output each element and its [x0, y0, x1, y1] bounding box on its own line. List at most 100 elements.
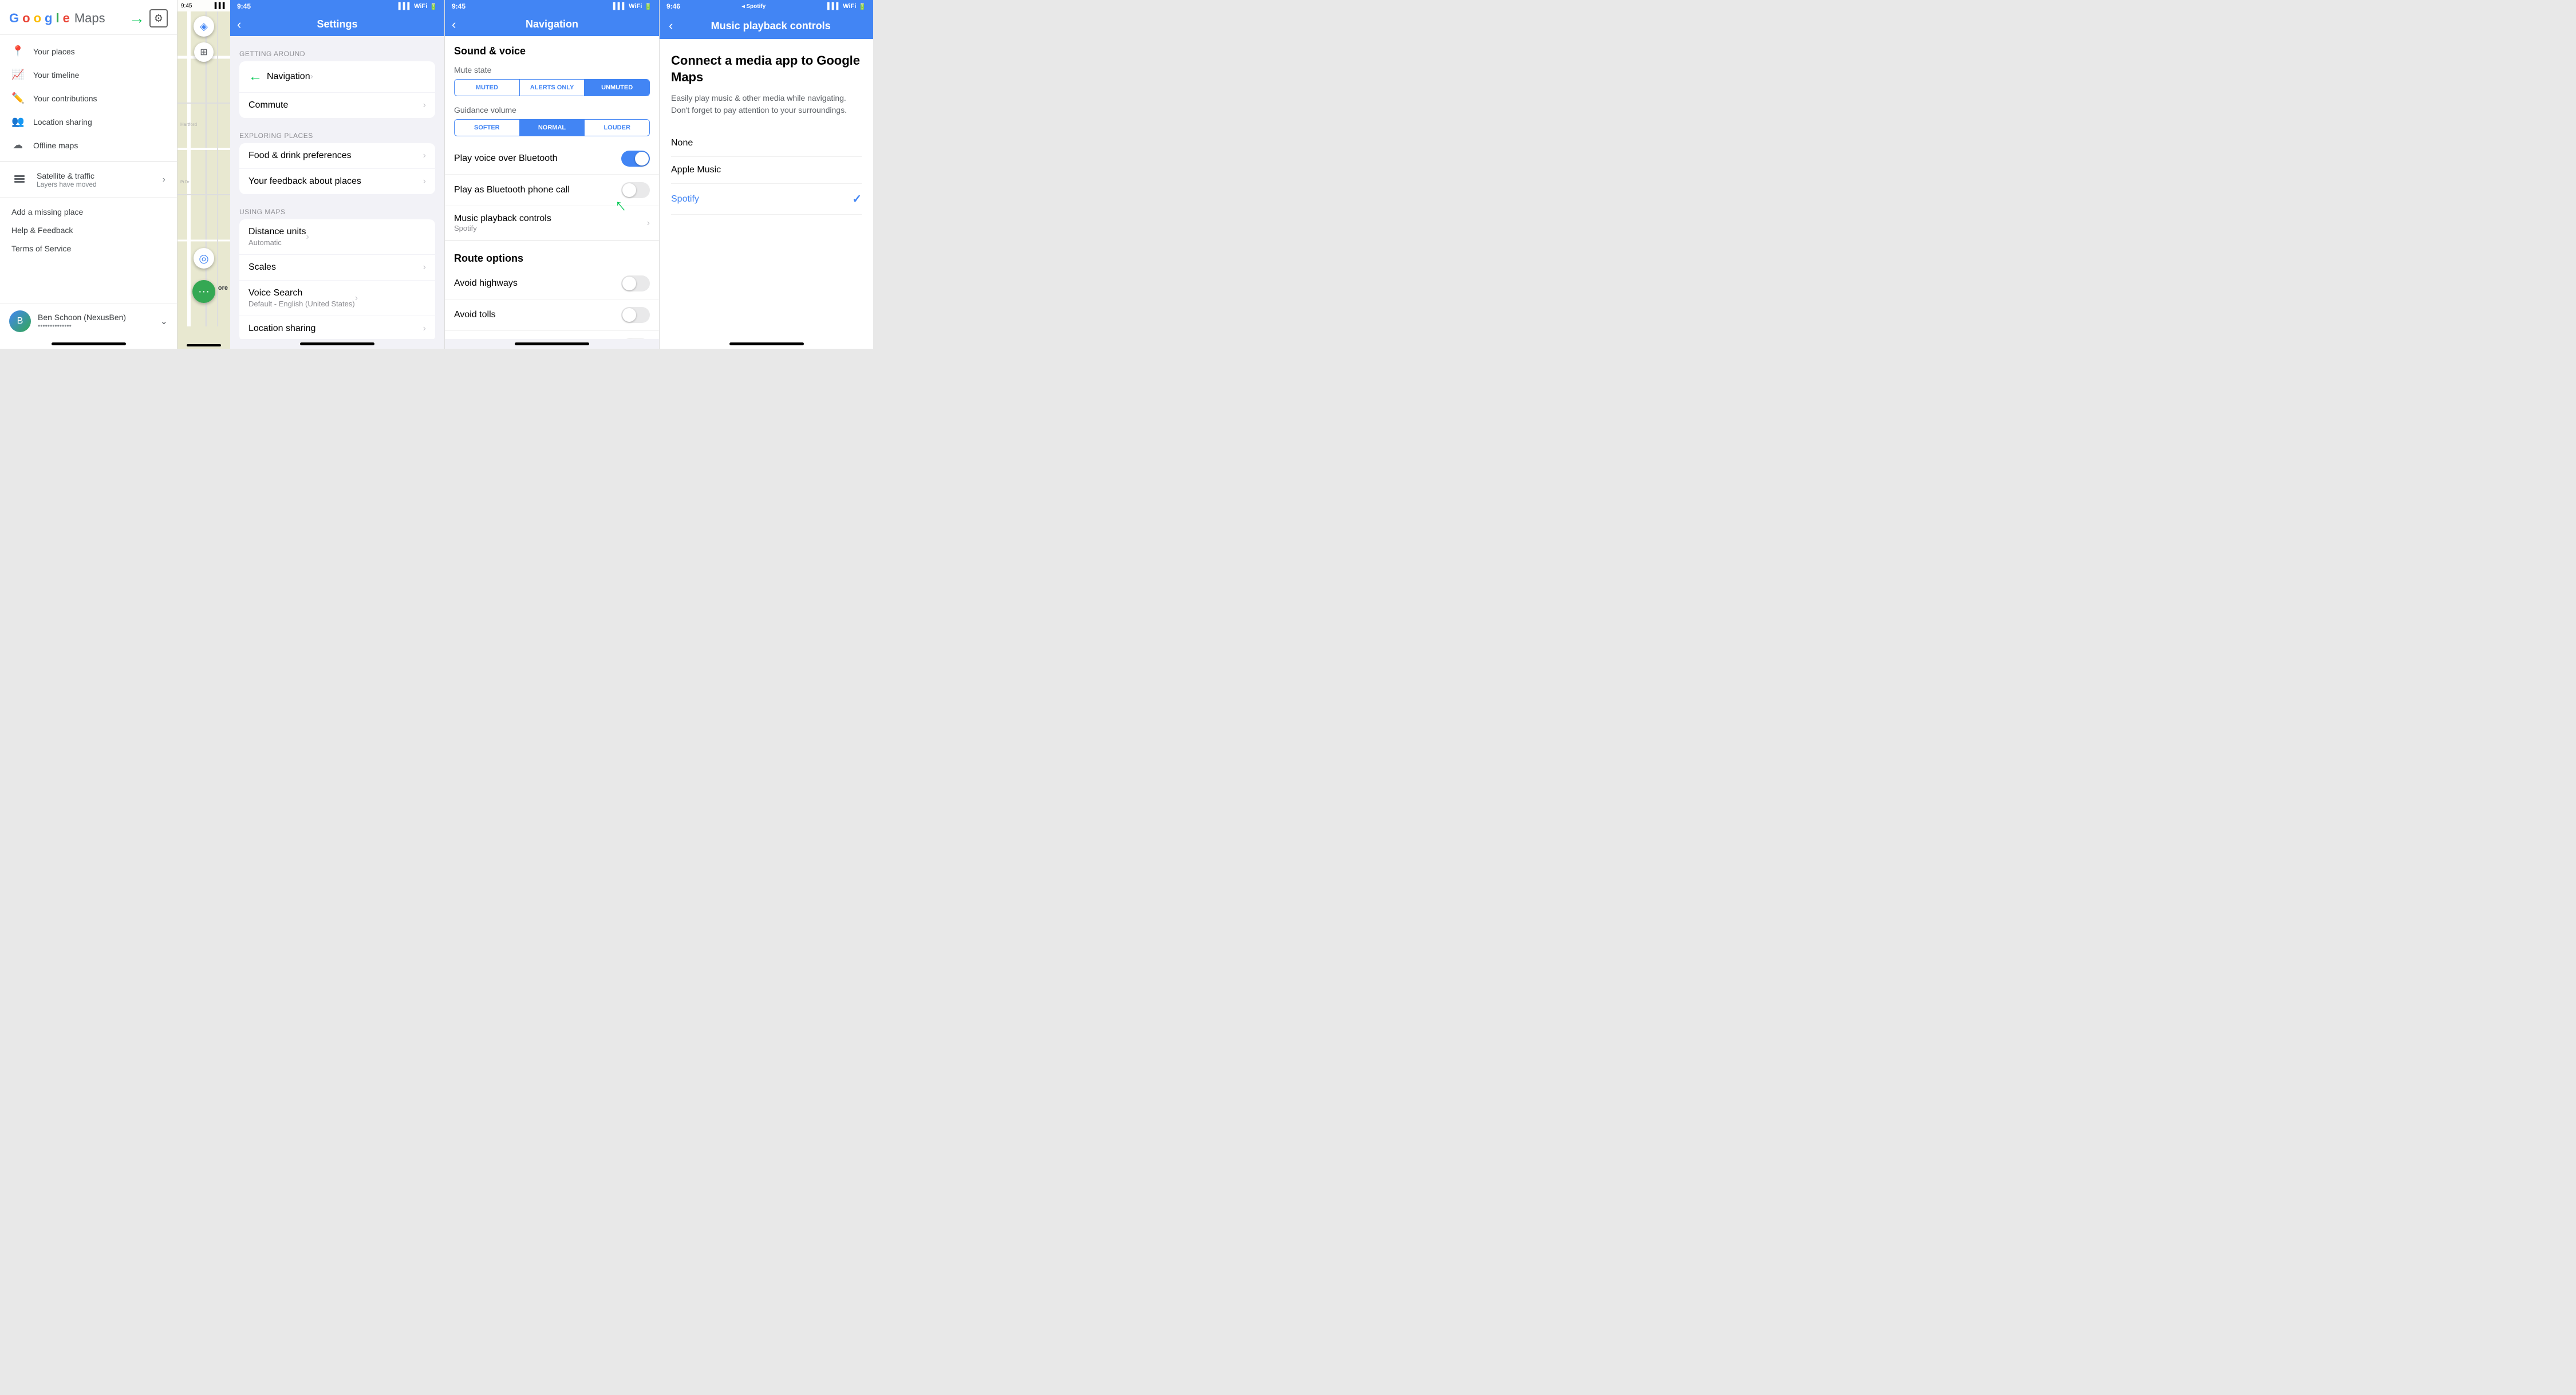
- settings-battery-icon: 🔋: [429, 3, 437, 10]
- sidebar-divider: [0, 161, 177, 162]
- food-drink-chevron-icon: ›: [423, 151, 426, 161]
- voice-search-text: Voice Search Default - English (United S…: [248, 288, 355, 308]
- directions-button[interactable]: ◈: [194, 16, 214, 37]
- settings-signal-icon: ▌▌▌: [399, 3, 412, 10]
- music-status-time: 9:46: [666, 2, 680, 10]
- food-drink-row[interactable]: Food & drink preferences ›: [239, 143, 435, 169]
- user-info: Ben Schoon (NexusBen) ••••••••••••••: [38, 313, 153, 330]
- satellite-chevron-icon: ›: [163, 175, 165, 185]
- music-status-right: ▌▌▌ WiFi 🔋: [827, 3, 866, 10]
- map-home-indicator: [187, 344, 221, 346]
- map-time: 9:45: [181, 3, 192, 9]
- sidebar-link-tos[interactable]: Terms of Service: [0, 239, 177, 258]
- bluetooth-voice-toggle[interactable]: [621, 151, 650, 167]
- mute-group: MUTED ALERTS ONLY UNMUTED: [454, 79, 650, 96]
- bluetooth-voice-label: Play voice over Bluetooth: [454, 153, 621, 164]
- satellite-text: Satellite & traffic Layers have moved: [37, 171, 153, 188]
- voice-search-row[interactable]: Voice Search Default - English (United S…: [239, 281, 435, 316]
- music-back-button[interactable]: ‹: [669, 18, 673, 33]
- music-home-indicator: [729, 342, 804, 345]
- music-signal-icon: ▌▌▌: [827, 3, 841, 10]
- sidebar-item-your-contributions[interactable]: ✏️ Your contributions: [0, 86, 177, 110]
- music-playback-text: Music playback controls Spotify: [454, 214, 647, 232]
- sidebar-header: Google Maps → ⚙: [0, 0, 177, 35]
- location-sharing-settings-row[interactable]: Location sharing ›: [239, 316, 435, 339]
- nav-signal-icon: ▌▌▌: [613, 3, 626, 10]
- sidebar-label-your-places: Your places: [33, 47, 75, 56]
- music-wifi-icon: WiFi: [843, 3, 856, 10]
- mute-muted-button[interactable]: MUTED: [455, 80, 520, 96]
- avoid-highways-toggle[interactable]: [621, 275, 650, 291]
- feedback-chevron-icon: ›: [423, 176, 426, 187]
- explore-fab-button[interactable]: ···: [192, 280, 215, 303]
- my-location-button[interactable]: ◎: [194, 248, 214, 269]
- sidebar-footer: B Ben Schoon (NexusBen) •••••••••••••• ⌄: [0, 303, 177, 339]
- feedback-label: Your feedback about places: [248, 176, 423, 187]
- bluetooth-phone-label: Play as Bluetooth phone call: [454, 185, 621, 195]
- toggle-knob: [635, 152, 649, 165]
- navigation-content: Sound & voice Mute state MUTED ALERTS ON…: [445, 36, 659, 339]
- sidebar-item-your-places[interactable]: 📍 Your places: [0, 40, 177, 63]
- settings-title: Settings: [317, 18, 357, 30]
- user-avatar[interactable]: B: [9, 310, 31, 332]
- avoid-highways-row: Avoid highways: [445, 268, 659, 300]
- logo-g2: g: [45, 11, 52, 26]
- navigation-back-button[interactable]: ‹: [452, 17, 456, 32]
- navigation-row-text: ← Navigation: [248, 69, 310, 85]
- map-panel: 9:45 ▌▌▌ Hartford Pi Dr ◈ ⊞ ◎ ··· ore: [177, 0, 230, 349]
- nav-status-right: ▌▌▌ WiFi 🔋: [613, 3, 652, 10]
- music-playback-label: Music playback controls: [454, 214, 647, 224]
- sidebar-link-add-place[interactable]: Add a missing place: [0, 203, 177, 221]
- avoid-tolls-label: Avoid tolls: [454, 310, 621, 320]
- user-sub: ••••••••••••••: [38, 322, 153, 330]
- commute-label: Commute: [248, 100, 423, 111]
- logo-o2: o: [34, 11, 41, 26]
- navigation-row[interactable]: ← Navigation ›: [239, 61, 435, 93]
- avoid-tolls-toggle[interactable]: [621, 307, 650, 323]
- offline-maps-icon: ☁: [11, 139, 24, 151]
- feedback-row[interactable]: Your feedback about places ›: [239, 169, 435, 194]
- food-drink-label: Food & drink preferences: [248, 151, 423, 161]
- sidebar-item-location-sharing[interactable]: 👥 Location sharing: [0, 110, 177, 133]
- settings-back-button[interactable]: ‹: [237, 17, 241, 32]
- location-sharing-icon: 👥: [11, 116, 24, 128]
- music-option-apple-music[interactable]: Apple Music: [671, 157, 862, 184]
- location-sharing-settings-label: Location sharing: [248, 324, 423, 334]
- avoid-ferries-toggle[interactable]: [621, 338, 650, 339]
- settings-section-exploring: EXPLORING PLACES: [230, 127, 444, 143]
- distance-units-row[interactable]: Distance units Automatic ›: [239, 219, 435, 255]
- bluetooth-phone-toggle[interactable]: [621, 182, 650, 198]
- location-sharing-chevron-icon: ›: [423, 324, 426, 334]
- avoid-tolls-row: Avoid tolls: [445, 300, 659, 331]
- music-nav-bar: ‹ Music playback controls: [660, 13, 873, 39]
- commute-chevron-icon: ›: [423, 100, 426, 111]
- sidebar-item-your-timeline[interactable]: 📈 Your timeline: [0, 63, 177, 86]
- music-status-bar: 9:46 ◂ Spotify ▌▌▌ WiFi 🔋: [660, 0, 873, 13]
- svg-text:Hartford: Hartford: [180, 122, 197, 127]
- vol-normal-button[interactable]: NORMAL: [520, 120, 585, 136]
- vol-softer-button[interactable]: SOFTER: [455, 120, 520, 136]
- sidebar-item-satellite[interactable]: Satellite & traffic Layers have moved ›: [0, 167, 177, 193]
- user-chevron-down-icon[interactable]: ⌄: [160, 316, 168, 327]
- sidebar-item-offline-maps[interactable]: ☁ Offline maps: [0, 133, 177, 157]
- sidebar-link-help[interactable]: Help & Feedback: [0, 221, 177, 239]
- toggle-knob-4: [622, 308, 636, 322]
- settings-status-bar: 9:45 ▌▌▌ WiFi 🔋: [230, 0, 444, 13]
- avatar-inner: B: [9, 310, 31, 332]
- volume-group: SOFTER NORMAL LOUDER: [454, 119, 650, 136]
- vol-louder-button[interactable]: LOUDER: [585, 120, 649, 136]
- distance-units-chevron-icon: ›: [306, 232, 309, 242]
- navigation-home-indicator: [515, 342, 589, 345]
- music-option-none[interactable]: None: [671, 130, 862, 157]
- map-signal: ▌▌▌: [215, 3, 227, 9]
- commute-row[interactable]: Commute ›: [239, 93, 435, 118]
- mute-state-section: Mute state MUTED ALERTS ONLY UNMUTED: [445, 61, 659, 101]
- settings-gear-button[interactable]: ⚙: [149, 9, 168, 27]
- music-option-spotify[interactable]: Spotify ✓: [671, 184, 862, 215]
- layers-button[interactable]: ⊞: [194, 42, 214, 62]
- mute-unmuted-button[interactable]: UNMUTED: [585, 80, 649, 96]
- scales-row[interactable]: Scales ›: [239, 255, 435, 281]
- toggle-knob-2: [622, 183, 636, 197]
- distance-units-text: Distance units Automatic: [248, 227, 306, 247]
- mute-alerts-button[interactable]: ALERTS ONLY: [520, 80, 585, 96]
